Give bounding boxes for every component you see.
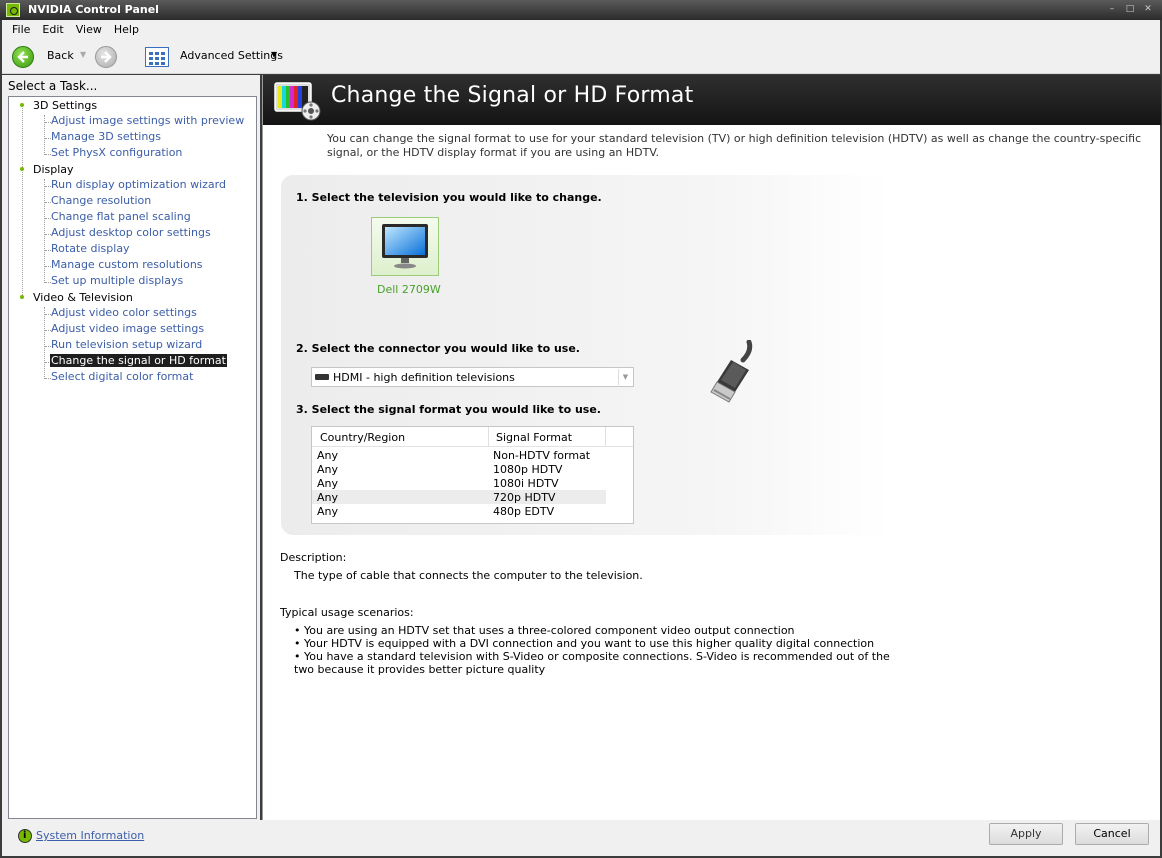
tree-category-3d-settings[interactable]: 3D Settings [33, 99, 97, 112]
column-header-country[interactable]: Country/Region [320, 431, 405, 444]
back-label[interactable]: Back [47, 49, 74, 62]
page-title: Change the Signal or HD Format [331, 83, 694, 108]
description-heading: Description: [280, 551, 347, 564]
tree-item-tv-setup-wizard[interactable]: Run television setup wizard [50, 338, 203, 351]
nvidia-app-icon [6, 3, 20, 17]
tree-item-adjust-image-settings[interactable]: Adjust image settings with preview [50, 114, 245, 127]
usage-item: • You are using an HDTV set that uses a … [294, 624, 795, 637]
settings-panel: 1. Select the television you would like … [281, 175, 891, 535]
title-bar: NVIDIA Control Panel – □ ✕ [0, 0, 1162, 20]
menu-edit[interactable]: Edit [36, 23, 69, 36]
table-cell: Any [317, 463, 339, 476]
back-button[interactable] [12, 46, 34, 68]
tree-item-multiple-displays[interactable]: Set up multiple displays [50, 274, 184, 287]
task-tree: 3D Settings Adjust image settings with p… [8, 96, 257, 819]
cancel-button[interactable]: Cancel [1075, 823, 1149, 845]
tree-item-rotate-display[interactable]: Rotate display [50, 242, 131, 255]
task-pane-heading: Select a Task... [8, 79, 98, 93]
tv-select-tile[interactable] [371, 217, 439, 276]
tree-item-physx[interactable]: Set PhysX configuration [50, 146, 183, 159]
connector-select-value: HDMI - high definition televisions [333, 371, 515, 384]
task-pane: Select a Task... 3D Settings Adjust imag… [2, 75, 260, 820]
arrow-left-icon [17, 51, 28, 63]
tree-item-video-image[interactable]: Adjust video image settings [50, 322, 205, 335]
tree-item-video-color[interactable]: Adjust video color settings [50, 306, 198, 319]
window-controls: – □ ✕ [1104, 3, 1156, 15]
close-button[interactable]: ✕ [1140, 3, 1156, 15]
tree-item-change-resolution[interactable]: Change resolution [50, 194, 152, 207]
connector-select[interactable]: HDMI - high definition televisions ▼ [311, 367, 634, 387]
window-title: NVIDIA Control Panel [28, 3, 159, 16]
tv-name-label[interactable]: Dell 2709W [377, 283, 441, 296]
content-pane: Change the Signal or HD Format You can c… [262, 75, 1161, 820]
tree-item-custom-resolutions[interactable]: Manage custom resolutions [50, 258, 204, 271]
signal-format-table[interactable]: Country/Region Signal Format Any Non-HDT… [311, 426, 634, 524]
menu-help[interactable]: Help [108, 23, 145, 36]
chevron-down-icon[interactable]: ▼ [618, 369, 632, 385]
toolbar: Back ▼ Advanced Settings ▼ [2, 38, 1160, 74]
hdmi-cable-icon [710, 340, 753, 403]
usage-item: • Your HDTV is equipped with a DVI conne… [294, 637, 875, 650]
menu-view[interactable]: View [70, 23, 108, 36]
tree-expand-icon[interactable] [20, 167, 24, 171]
step-3-heading: 3. Select the signal format you would li… [296, 403, 601, 416]
table-cell: Any [317, 491, 339, 504]
step-1-heading: 1. Select the television you would like … [296, 191, 602, 204]
usage-heading: Typical usage scenarios: [280, 606, 414, 619]
apply-button[interactable]: Apply [989, 823, 1063, 845]
tree-item-signal-hd-format[interactable]: Change the signal or HD format [50, 354, 227, 367]
table-row[interactable]: Any Non-HDTV format [312, 448, 606, 462]
table-header: Country/Region Signal Format [312, 427, 633, 447]
tree-item-flat-panel-scaling[interactable]: Change flat panel scaling [50, 210, 192, 223]
arrow-right-icon [101, 51, 112, 63]
info-icon[interactable] [18, 829, 32, 843]
tree-item-digital-color-format[interactable]: Select digital color format [50, 370, 194, 383]
bottom-bar: System Information Apply Cancel [2, 820, 1160, 856]
monitor-icon [382, 224, 428, 269]
step-2-heading: 2. Select the connector you would like t… [296, 342, 580, 355]
tree-category-video-television[interactable]: Video & Television [33, 291, 133, 304]
table-cell: 1080i HDTV [493, 477, 559, 490]
forward-button[interactable] [95, 46, 117, 68]
tree-category-display[interactable]: Display [33, 163, 74, 176]
tv-signal-icon [274, 82, 321, 121]
description-text: The type of cable that connects the comp… [294, 569, 643, 582]
advanced-settings-button[interactable]: Advanced Settings [180, 49, 283, 62]
table-row-selected[interactable]: Any 720p HDTV [312, 490, 606, 504]
column-header-signal-format[interactable]: Signal Format [496, 431, 572, 444]
usage-item: • You have a standard television with S-… [294, 650, 890, 676]
advanced-settings-icon[interactable] [145, 47, 169, 67]
page-header: Change the Signal or HD Format [263, 75, 1161, 125]
tree-guide [44, 307, 45, 379]
tree-expand-icon[interactable] [20, 103, 24, 107]
system-information-link[interactable]: System Information [36, 829, 144, 842]
table-cell: 480p EDTV [493, 505, 555, 518]
tree-item-manage-3d-settings[interactable]: Manage 3D settings [50, 130, 162, 143]
table-row[interactable]: Any 480p EDTV [312, 504, 606, 518]
table-row[interactable]: Any 1080p HDTV [312, 462, 606, 476]
tree-item-desktop-color[interactable]: Adjust desktop color settings [50, 226, 212, 239]
tree-guide [44, 115, 45, 155]
table-cell: Non-HDTV format [493, 449, 591, 462]
page-intro: You can change the signal format to use … [327, 132, 1142, 159]
usage-list: • You are using an HDTV set that uses a … [294, 624, 894, 676]
tree-expand-icon[interactable] [20, 295, 24, 299]
table-cell: Any [317, 449, 339, 462]
chevron-down-icon[interactable]: ▼ [271, 50, 277, 59]
table-cell: Any [317, 505, 339, 518]
hdmi-icon [315, 374, 329, 380]
menu-bar: File Edit View Help [2, 20, 1160, 38]
maximize-button[interactable]: □ [1122, 3, 1138, 15]
table-cell: 720p HDTV [493, 491, 556, 504]
tree-guide [22, 105, 23, 297]
table-row[interactable]: Any 1080i HDTV [312, 476, 606, 490]
tree-item-display-optimization[interactable]: Run display optimization wizard [50, 178, 227, 191]
table-cell: Any [317, 477, 339, 490]
back-dropdown-icon[interactable]: ▼ [80, 50, 86, 59]
minimize-button[interactable]: – [1104, 3, 1120, 15]
table-cell: 1080p HDTV [493, 463, 563, 476]
tree-guide [44, 179, 45, 283]
menu-file[interactable]: File [6, 23, 36, 36]
